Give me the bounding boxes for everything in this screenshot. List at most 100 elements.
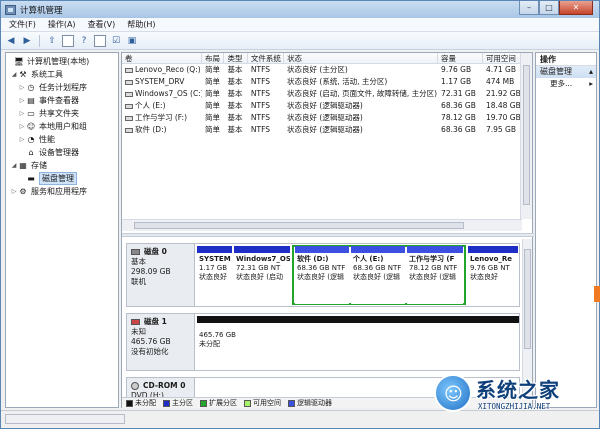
- volume-icon: [125, 79, 133, 85]
- pane-splitter[interactable]: [122, 233, 534, 237]
- event-log-icon: ▤: [27, 96, 35, 105]
- expand-arrow-icon[interactable]: ▷: [18, 123, 26, 130]
- tree-node-system-tools[interactable]: ◢ ⚒ 系统工具: [6, 68, 118, 81]
- logical-drive-bar: [407, 246, 463, 253]
- column-header-filesystem[interactable]: 文件系统: [248, 53, 285, 63]
- disk-0-label[interactable]: 磁盘 0 基本 298.09 GB 联机: [127, 244, 195, 306]
- tree-node-services-apps[interactable]: ▷ ⚙ 服务和应用程序: [6, 185, 118, 198]
- column-header-volume[interactable]: 卷: [122, 53, 202, 63]
- toolbar-separator: [39, 34, 40, 47]
- primary-partition-bar: [468, 246, 518, 253]
- refresh-icon[interactable]: ▣: [126, 35, 138, 47]
- tree-node-local-users[interactable]: ▷ ☺ 本地用户和组: [6, 120, 118, 133]
- collapse-up-icon[interactable]: ▴: [589, 66, 593, 78]
- cell-status: 状态良好 (逻辑驱动器): [287, 101, 363, 110]
- show-hide-tree-icon[interactable]: [62, 34, 74, 47]
- back-arrow-icon[interactable]: ◀: [5, 35, 17, 47]
- partition-size: 68.36 GB NTF: [297, 264, 346, 272]
- collapse-arrow-icon[interactable]: ◢: [10, 162, 18, 169]
- column-header-status[interactable]: 状态: [284, 53, 439, 63]
- disk-0-row[interactable]: 磁盘 0 基本 298.09 GB 联机 SYSTEM 1.17 GB 状态良好 W…: [126, 243, 520, 307]
- expand-arrow-icon[interactable]: ▷: [18, 97, 26, 104]
- partition-system[interactable]: SYSTEM 1.17 GB 状态良好: [197, 246, 232, 304]
- table-row[interactable]: Windows7_OS (C:) 简单 基本 NTFS 状态良好 (启动, 页面…: [122, 88, 522, 100]
- actions-section-disk-management[interactable]: 磁盘管理 ▴: [536, 66, 596, 78]
- cell-free-space: 21.92 GB: [485, 89, 521, 98]
- menu-file[interactable]: 文件(F): [9, 19, 36, 30]
- cell-layout: 简单: [204, 77, 220, 86]
- tree-node-shared-folders[interactable]: ▷ ▭ 共享文件夹: [6, 107, 118, 120]
- menu-view[interactable]: 查看(V): [88, 19, 116, 30]
- maximize-button[interactable]: □: [539, 1, 559, 15]
- partition-lenovo-reco[interactable]: Lenovo_Re 9.76 GB NT 状态良好: [468, 246, 518, 304]
- table-row[interactable]: 软件 (D:) 简单 基本 NTFS 状态良好 (逻辑驱动器) 68.36 GB…: [122, 124, 522, 136]
- partition-windows7-os[interactable]: Windows7_OS 72.31 GB NT 状态良好 (启动: [234, 246, 290, 304]
- collapse-arrow-icon[interactable]: ◢: [10, 71, 18, 78]
- tree-node-root[interactable]: 🖥 计算机管理(本地): [6, 55, 118, 68]
- menu-help[interactable]: 帮助(H): [127, 19, 155, 30]
- partition-text: Windows7_OS 72.31 GB NT 状态良好 (启动: [234, 253, 290, 284]
- cell-capacity: 68.36 GB: [441, 125, 476, 134]
- tree-node-disk-management[interactable]: ▬ 磁盘管理: [6, 172, 118, 185]
- disk-1-row[interactable]: 磁盘 1 未知 465.76 GB 没有初始化 465.76 GB 未分配: [126, 313, 520, 371]
- expand-arrow-icon[interactable]: ▷: [10, 188, 18, 195]
- column-header-free-space[interactable]: 可用空间: [483, 53, 522, 63]
- help-icon[interactable]: ?: [78, 35, 90, 47]
- tree-node-event-viewer[interactable]: ▷ ▤ 事件查看器: [6, 94, 118, 107]
- tree-node-device-manager[interactable]: ⌂ 设备管理器: [6, 146, 118, 159]
- partition-work-study-f[interactable]: 工作与学习 (F 78.12 GB NTF 状态良好 (逻辑: [407, 246, 463, 304]
- more-actions-item[interactable]: 更多... ▸: [536, 78, 596, 90]
- menu-action[interactable]: 操作(A): [48, 19, 76, 30]
- column-header-layout[interactable]: 布局: [202, 53, 225, 63]
- cell-capacity: 68.36 GB: [441, 101, 476, 110]
- tree-label: 设备管理器: [39, 148, 79, 157]
- tree-node-task-scheduler[interactable]: ▷ ◷ 任务计划程序: [6, 81, 118, 94]
- tree-node-performance[interactable]: ▷ ◔ 性能: [6, 133, 118, 146]
- expand-arrow-icon[interactable]: ▷: [18, 136, 26, 143]
- disk-type: 未知: [131, 327, 146, 336]
- tree-horizontal-scrollbar[interactable]: [5, 414, 125, 424]
- scrollbar-thumb[interactable]: [134, 222, 464, 229]
- partition-name: 个人 (E:): [353, 255, 384, 263]
- table-row[interactable]: 个人 (E:) 简单 基本 NTFS 状态良好 (逻辑驱动器) 68.36 GB…: [122, 100, 522, 112]
- actions-pane: 操作 磁盘管理 ▴ 更多... ▸: [535, 52, 597, 408]
- uninitialized-disk-icon: [131, 319, 140, 325]
- partition-text: 个人 (E:) 68.36 GB NTF 状态良好 (逻辑: [351, 253, 405, 284]
- up-folder-icon[interactable]: ⇧: [46, 35, 58, 47]
- table-row[interactable]: SYSTEM_DRV 简单 基本 NTFS 状态良好 (系统, 活动, 主分区)…: [122, 76, 522, 88]
- partition-name: Windows7_OS: [236, 255, 290, 263]
- partition-unallocated[interactable]: 465.76 GB 未分配: [197, 316, 519, 368]
- partition-software-d[interactable]: 软件 (D:) 68.36 GB NTF 状态良好 (逻辑: [295, 246, 349, 304]
- forward-arrow-icon[interactable]: ▶: [21, 35, 33, 47]
- volume-list-vertical-scrollbar[interactable]: [520, 53, 532, 219]
- disk-1-label[interactable]: 磁盘 1 未知 465.76 GB 没有初始化: [127, 314, 195, 370]
- partition-status: 状态良好 (逻辑: [409, 273, 456, 281]
- tree-node-storage[interactable]: ◢ ▦ 存储: [6, 159, 118, 172]
- volume-icon: [125, 91, 133, 97]
- column-header-type[interactable]: 类型: [224, 53, 248, 63]
- partition-size: 1.17 GB: [199, 264, 228, 272]
- cell-filesystem: NTFS: [250, 113, 271, 122]
- cd-rom-icon: [131, 382, 139, 390]
- details-pane-icon[interactable]: [94, 34, 106, 47]
- column-header-capacity[interactable]: 容量: [438, 53, 483, 63]
- cell-type: 基本: [227, 65, 243, 74]
- cell-filesystem: NTFS: [250, 101, 271, 110]
- scrollbar-thumb[interactable]: [523, 65, 530, 205]
- volume-list-horizontal-scrollbar[interactable]: [122, 219, 522, 231]
- close-button[interactable]: ✕: [559, 1, 593, 15]
- table-row[interactable]: Lenovo_Reco (Q:) 简单 基本 NTFS 状态良好 (主分区) 9…: [122, 64, 522, 76]
- expand-arrow-icon[interactable]: ▷: [18, 84, 26, 91]
- computer-icon: 🖥: [13, 57, 25, 66]
- scrollbar-thumb[interactable]: [524, 249, 531, 349]
- minimize-button[interactable]: –: [519, 1, 539, 15]
- cell-volume: 软件 (D:): [122, 124, 202, 136]
- partition-size: 78.12 GB NTF: [409, 264, 458, 272]
- table-row[interactable]: 工作与学习 (F:) 简单 基本 NTFS 状态良好 (逻辑驱动器) 78.12…: [122, 112, 522, 124]
- partition-personal-e[interactable]: 个人 (E:) 68.36 GB NTF 状态良好 (逻辑: [351, 246, 405, 304]
- window-controls: – □ ✕: [519, 1, 593, 15]
- properties-icon[interactable]: ☑: [110, 35, 122, 47]
- title-bar[interactable]: 计算机管理 – □ ✕: [1, 1, 599, 18]
- tree-label: 性能: [39, 135, 55, 144]
- expand-arrow-icon[interactable]: ▷: [18, 110, 26, 117]
